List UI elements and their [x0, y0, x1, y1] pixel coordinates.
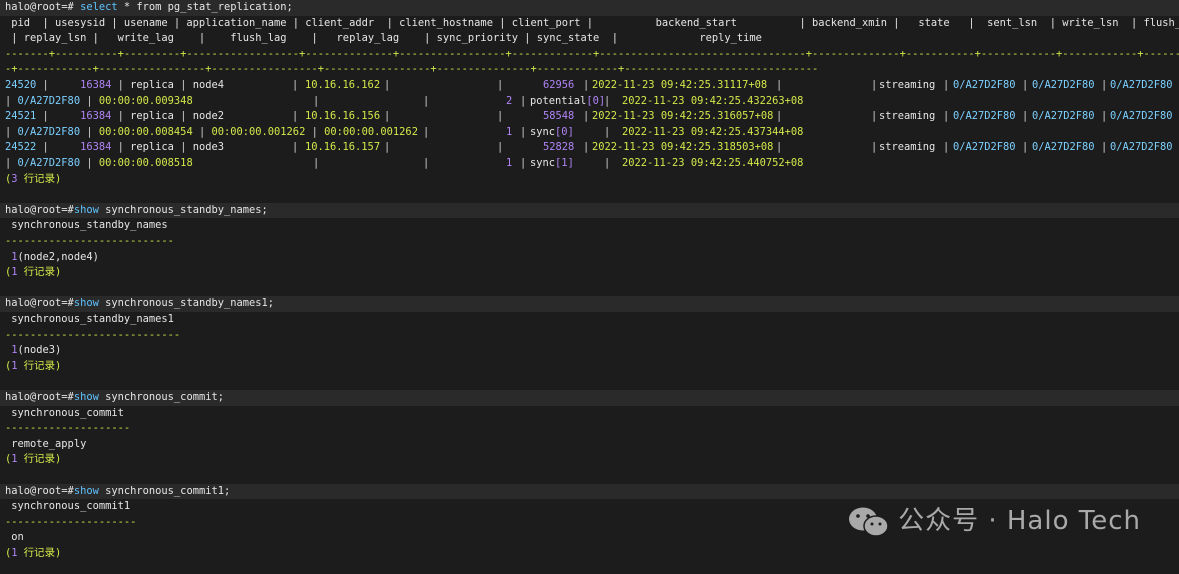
application-name-cell: node2 — [192, 110, 224, 123]
flush-lsn-cell: 0/A27D2F80 — [1110, 110, 1173, 123]
client-addr-cell: 10.16.16.162 — [305, 79, 381, 91]
row-count: (1 行记录) — [5, 359, 62, 372]
value: remote_apply — [5, 437, 87, 450]
reply-time-cell: 2022-11-23 09:42:25.432263+08 — [622, 94, 804, 107]
client-addr-cell: 10.16.16.156 — [305, 110, 381, 123]
replay-lsn-cell: 0/A27D2F80 — [17, 157, 81, 169]
command-line: halo@root=#show synchronous_standby_name… — [5, 297, 275, 310]
client-addr-cell: 10.16.16.157 — [305, 141, 381, 154]
header-separator-2: -+------------+-----------------+-------… — [5, 63, 819, 76]
pid-cell: 24521 — [5, 110, 37, 123]
write-lsn-cell: 0/A27D2F80 — [1032, 110, 1095, 123]
select-keyword: select — [73, 1, 118, 13]
application-name-cell: node3 — [192, 141, 224, 154]
write-lag-cell: 00:00:00.009348 — [98, 94, 193, 107]
usesysid-cell: 16384 — [80, 110, 112, 123]
value: 1(node3) — [5, 344, 62, 357]
state-cell: streaming — [879, 79, 936, 91]
result-header-1: pid | usesysid | usename | application_n… — [5, 16, 1179, 29]
column-header: synchronous_standby_names1 — [5, 313, 174, 325]
pid-cell: 24522 — [5, 141, 37, 154]
pid-cell: 24520 — [5, 79, 37, 91]
write-lag-cell: 00:00:00.008518 — [98, 157, 193, 169]
terminal-window[interactable]: halo@root=# select * from pg_stat_replic… — [0, 0, 1179, 574]
row-count: (1 行记录) — [5, 547, 62, 559]
header-separator-1: -------+----------+---------+-----------… — [5, 47, 1179, 60]
wechat-icon — [849, 507, 889, 537]
sent-lsn-cell: 0/A27D2F80 — [953, 141, 1016, 154]
sent-lsn-cell: 0/A27D2F80 — [953, 110, 1016, 123]
watermark-text: 公众号 · Halo Tech — [898, 506, 1141, 537]
command-line: halo@root=# select * from pg_stat_replic… — [5, 0, 293, 16]
column-header: synchronous_commit1 — [5, 500, 131, 513]
backend-start-cell: 2022-11-23 09:42:25.318503+08 — [592, 141, 774, 154]
watermark: 公众号 · Halo Tech — [848, 505, 1141, 539]
command-line: halo@root=#show synchronous_standby_name… — [5, 203, 268, 216]
replay-lag-cell: 00:00:00.001262 — [324, 125, 418, 138]
usename-cell: replica — [130, 79, 174, 91]
command-line: halo@root=#show synchronous_commit1; — [5, 484, 231, 497]
usename-cell: replica — [130, 110, 174, 123]
client-port-cell: 58548 — [543, 110, 575, 123]
row-count: (3 行记录) — [5, 172, 62, 185]
flush-lsn-cell: 0/A27D2F80 — [1110, 141, 1173, 154]
usesysid-cell: 16384 — [80, 79, 112, 91]
client-port-cell: 62956 — [543, 79, 575, 91]
sync-priority-cell: 1 — [506, 157, 513, 169]
command-text: * from pg_stat_replication; — [117, 1, 293, 13]
sent-lsn-cell: 0/A27D2F80 — [953, 79, 1016, 91]
value: 1(node2,node4) — [5, 250, 99, 263]
column-header: synchronous_commit — [5, 406, 124, 419]
reply-time-cell: 2022-11-23 09:42:25.440752+08 — [622, 157, 804, 169]
column-header: synchronous_standby_names — [5, 219, 168, 232]
sync-state-cell: sync[0] — [530, 125, 574, 138]
replay-lsn-cell: 0/A27D2F80 — [17, 94, 81, 107]
row-count: (1 行记录) — [5, 453, 62, 466]
write-lag-cell: 00:00:00.008454 — [98, 125, 193, 138]
client-port-cell: 52828 — [543, 141, 575, 154]
separator: ---------------------------- — [5, 328, 181, 341]
replay-lsn-cell: 0/A27D2F80 — [17, 125, 81, 138]
write-lsn-cell: 0/A27D2F80 — [1032, 79, 1095, 91]
separator: -------------------- — [5, 422, 131, 435]
backend-start-cell: 2022-11-23 09:42:25.316057+08 — [592, 110, 774, 123]
reply-time-cell: 2022-11-23 09:42:25.437344+08 — [622, 125, 804, 138]
flush-lag-cell: 00:00:00.001262 — [211, 125, 306, 138]
separator: --------------------------- — [5, 235, 174, 247]
separator: --------------------- — [5, 515, 137, 528]
prompt: halo@root=# — [5, 1, 74, 13]
application-name-cell: node4 — [192, 79, 224, 91]
sync-priority-cell: 2 — [506, 94, 513, 107]
flush-lsn-cell: 0/A27D2F80 — [1110, 79, 1173, 91]
write-lsn-cell: 0/A27D2F80 — [1032, 141, 1095, 154]
sync-priority-cell: 1 — [506, 125, 513, 138]
row-count: (1 行记录) — [5, 266, 62, 279]
sync-state-cell: sync[1] — [530, 157, 574, 169]
backend-start-cell: 2022-11-23 09:42:25.31117+08 — [592, 79, 768, 91]
state-cell: streaming — [879, 110, 936, 123]
state-cell: streaming — [879, 141, 936, 154]
result-header-2: | replay_lsn | write_lag | flush_lag | r… — [5, 32, 762, 45]
command-line: halo@root=#show synchronous_commit; — [5, 391, 224, 403]
value: on — [5, 531, 24, 544]
usesysid-cell: 16384 — [80, 141, 112, 154]
usename-cell: replica — [130, 141, 174, 154]
sync-state-cell: potential[0] — [530, 94, 606, 107]
